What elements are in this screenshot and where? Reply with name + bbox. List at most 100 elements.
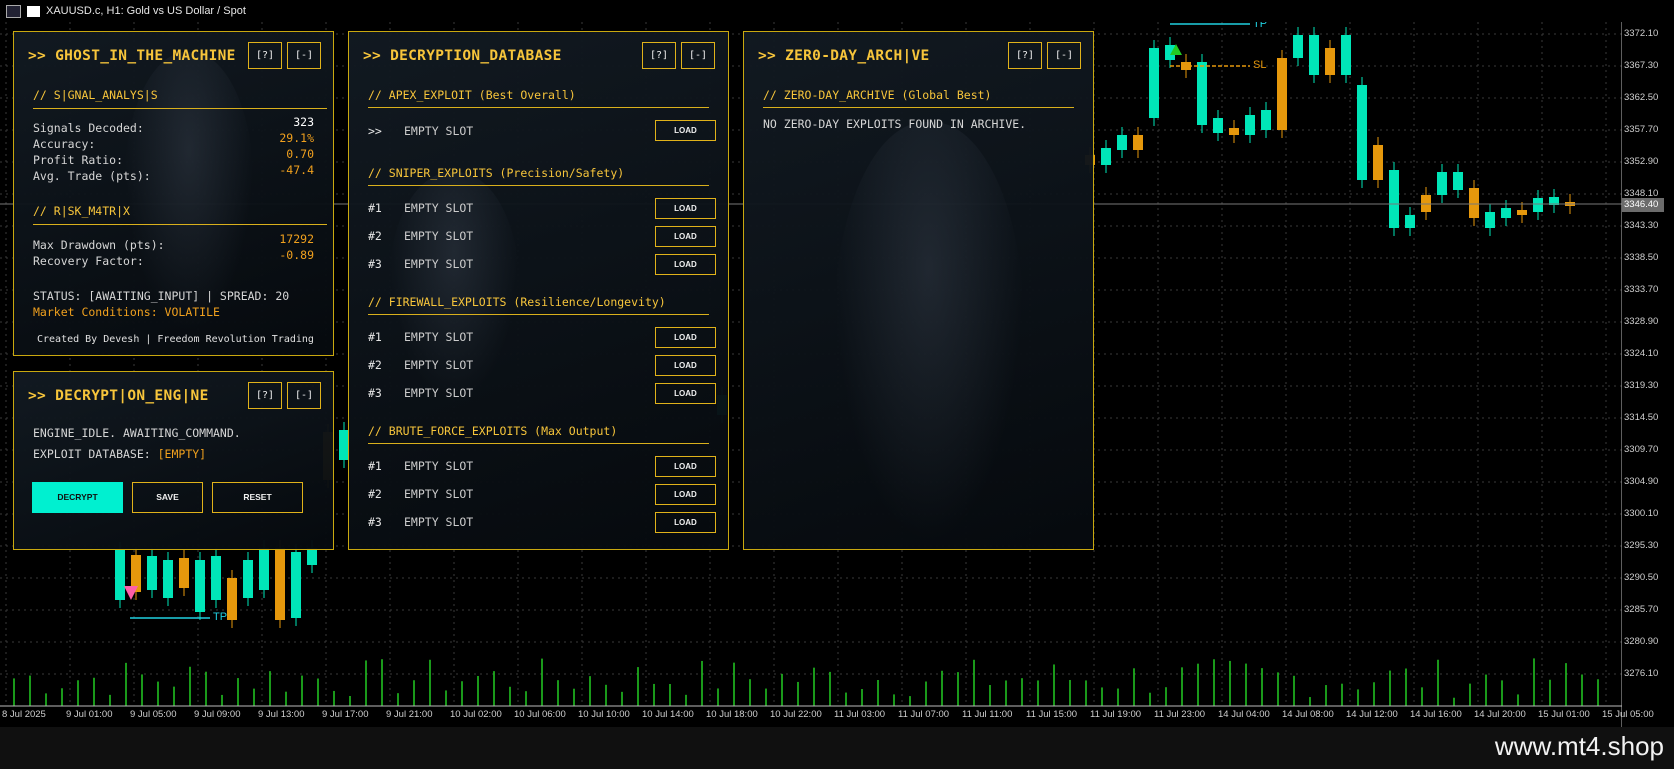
price-tick-label: 3285.70 (1624, 604, 1659, 615)
exploit-db-label: EXPLOIT DATABASE: (33, 447, 158, 461)
apex-marker: >> (368, 124, 382, 138)
firewall-2-load-button[interactable]: LOAD (655, 355, 716, 376)
engine-help-button[interactable]: [?] (248, 382, 282, 409)
accuracy-value: 29.1% (279, 131, 314, 145)
footer-bar: www.mt4.shop (0, 727, 1674, 769)
engine-panel-title: >> DECRYPT|ON_ENG|NE (28, 388, 209, 404)
ghost-panel-title: >> GHOST_IN_THE_MACHINE (28, 48, 236, 64)
firewall-3-load-button[interactable]: LOAD (655, 383, 716, 404)
avg-trade-value: -47.4 (279, 163, 314, 177)
sniper-3-load-button[interactable]: LOAD (655, 254, 716, 275)
time-tick-label: 10 Jul 18:00 (706, 709, 758, 720)
time-tick-label: 11 Jul 23:00 (1154, 709, 1206, 720)
brute-1-id: #1 (368, 459, 382, 473)
sniper-1-text: EMPTY SLOT (404, 201, 474, 215)
price-tick-label: 3314.50 (1624, 412, 1659, 423)
archive-minimize-button[interactable]: [-] (1047, 42, 1081, 69)
credit-text: Created By Devesh | Freedom Revolution T… (37, 334, 314, 345)
save-button[interactable]: SAVE (132, 482, 203, 513)
firewall-title: // FIREWALL_EXPLOITS (Resilience/Longevi… (368, 295, 666, 309)
signals-value: 323 (293, 115, 314, 129)
firewall-2-id: #2 (368, 358, 382, 372)
time-tick-label: 14 Jul 04:00 (1218, 709, 1270, 720)
engine-panel: >> DECRYPT|ON_ENG|NE [?] [-] ENGINE_IDLE… (13, 371, 334, 550)
archive-help-button[interactable]: [?] (1008, 42, 1042, 69)
time-tick-label: 14 Jul 16:00 (1410, 709, 1462, 720)
drawdown-value: 17292 (279, 232, 314, 246)
time-tick-label: 11 Jul 07:00 (898, 709, 950, 720)
firewall-1-id: #1 (368, 330, 382, 344)
database-panel-title: >> DECRYPTION_DATABASE (363, 48, 562, 64)
price-tick-label: 3295.30 (1624, 540, 1659, 551)
avg-trade-label: Avg. Trade (pts): (33, 169, 151, 183)
time-tick-label: 10 Jul 22:00 (770, 709, 822, 720)
window-titlebar: XAUUSD.c, H1: Gold vs US Dollar / Spot (0, 0, 1628, 22)
tp-label-bottom: TP (213, 611, 228, 623)
hooded-figure-image (834, 122, 1024, 542)
time-tick-label: 8 Jul 2025 (2, 709, 46, 720)
price-tick-label: 3304.90 (1624, 476, 1659, 487)
engine-state: ENGINE_IDLE. AWAITING_COMMAND. (33, 426, 241, 440)
market-conditions: Market Conditions: VOLATILE (33, 305, 220, 319)
risk-divider (33, 224, 327, 225)
signals-label: Signals Decoded: (33, 121, 144, 135)
time-tick-label: 14 Jul 08:00 (1282, 709, 1334, 720)
exploit-db-status: EXPLOIT DATABASE: [EMPTY] (33, 447, 206, 461)
brute-force-divider (368, 443, 709, 444)
time-tick-label: 14 Jul 20:00 (1474, 709, 1526, 720)
database-help-button[interactable]: [?] (642, 42, 676, 69)
signal-divider (33, 108, 327, 109)
price-tick-label: 3290.50 (1624, 572, 1659, 583)
brute-3-load-button[interactable]: LOAD (655, 512, 716, 533)
price-tick-label: 3328.90 (1624, 316, 1659, 327)
brute-3-text: EMPTY SLOT (404, 515, 474, 529)
brute-3-id: #3 (368, 515, 382, 529)
apex-slot-text: EMPTY SLOT (404, 124, 474, 138)
profit-ratio-label: Profit Ratio: (33, 153, 124, 167)
window-title: XAUUSD.c, H1: Gold vs US Dollar / Spot (46, 5, 246, 17)
profit-ratio-value: 0.70 (286, 147, 314, 161)
price-tick-label: 3338.50 (1624, 252, 1659, 263)
firewall-3-text: EMPTY SLOT (404, 386, 474, 400)
price-tick-label: 3343.30 (1624, 220, 1659, 231)
price-tick-label: 3357.70 (1624, 124, 1659, 135)
apex-load-button[interactable]: LOAD (655, 120, 716, 141)
price-tick-label: 3333.70 (1624, 284, 1659, 295)
firewall-2-text: EMPTY SLOT (404, 358, 474, 372)
firewall-1-load-button[interactable]: LOAD (655, 327, 716, 348)
drawdown-label: Max Drawdown (pts): (33, 238, 165, 252)
firewall-divider (368, 314, 709, 315)
engine-minimize-button[interactable]: [-] (287, 382, 321, 409)
time-tick-label: 11 Jul 03:00 (834, 709, 886, 720)
time-tick-label: 9 Jul 17:00 (322, 709, 369, 720)
database-minimize-button[interactable]: [-] (681, 42, 715, 69)
sniper-divider (368, 185, 709, 186)
archive-panel: >> ZER0-DAY_ARCH|VE [?] [-] // ZERO-DAY_… (743, 31, 1094, 550)
brute-2-load-button[interactable]: LOAD (655, 484, 716, 505)
price-tick-label: 3276.10 (1624, 668, 1659, 679)
sniper-2-load-button[interactable]: LOAD (655, 226, 716, 247)
sniper-2-text: EMPTY SLOT (404, 229, 474, 243)
sniper-1-load-button[interactable]: LOAD (655, 198, 716, 219)
time-tick-label: 9 Jul 01:00 (66, 709, 113, 720)
ghost-help-button[interactable]: [?] (248, 42, 282, 69)
brute-2-text: EMPTY SLOT (404, 487, 474, 501)
decrypt-button[interactable]: DECRYPT (32, 482, 123, 513)
ghost-minimize-button[interactable]: [-] (287, 42, 321, 69)
brute-force-title: // BRUTE_FORCE_EXPLOITS (Max Output) (368, 424, 618, 438)
archive-panel-title: >> ZER0-DAY_ARCH|VE (758, 48, 930, 64)
time-tick-label: 10 Jul 06:00 (514, 709, 566, 720)
brute-1-load-button[interactable]: LOAD (655, 456, 716, 477)
sniper-3-id: #3 (368, 257, 382, 271)
time-tick-label: 9 Jul 13:00 (258, 709, 305, 720)
chart-window-icon (6, 4, 21, 18)
signal-analysis-title: // S|GNAL_ANALYS|S (33, 88, 158, 102)
reset-button[interactable]: RESET (212, 482, 303, 513)
apex-divider (368, 107, 709, 108)
time-tick-label: 9 Jul 05:00 (130, 709, 177, 720)
price-tick-label: 3362.50 (1624, 92, 1659, 103)
time-tick-label: 9 Jul 09:00 (194, 709, 241, 720)
recovery-value: -0.89 (279, 248, 314, 262)
time-tick-label: 14 Jul 12:00 (1346, 709, 1398, 720)
price-tick-label: 3372.10 (1624, 28, 1659, 39)
